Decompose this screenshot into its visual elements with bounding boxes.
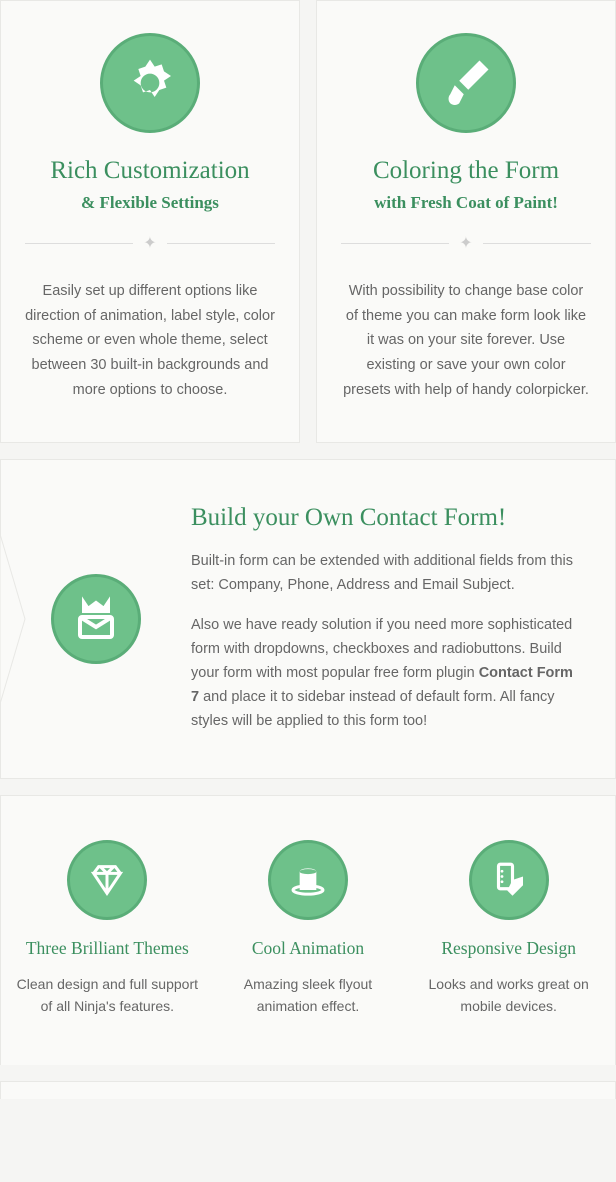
card-body: Easily set up different options like dir… — [25, 279, 275, 402]
mail-crown-icon — [51, 574, 141, 664]
mini-body: Clean design and full support of all Nin… — [13, 973, 202, 1018]
card-subtitle: & Flexible Settings — [25, 193, 275, 213]
divider: ✦ — [341, 233, 591, 253]
card-title: Rich Customization — [25, 157, 275, 185]
mini-title: Cool Animation — [214, 938, 403, 959]
mini-title: Responsive Design — [414, 938, 603, 959]
mini-features-row: Three Brilliant Themes Clean design and … — [0, 795, 616, 1066]
mobile-hand-icon — [469, 840, 549, 920]
card-subtitle: with Fresh Coat of Paint! — [341, 193, 591, 213]
mini-body: Looks and works great on mobile devices. — [414, 973, 603, 1018]
card-customization: Rich Customization & Flexible Settings ✦… — [0, 0, 300, 443]
star-icon: ✦ — [143, 233, 156, 253]
mini-animation: Cool Animation Amazing sleek flyout anim… — [214, 840, 403, 1018]
card-coloring: Coloring the Form with Fresh Coat of Pai… — [316, 0, 616, 443]
divider: ✦ — [25, 233, 275, 253]
mini-title: Three Brilliant Themes — [13, 938, 202, 959]
build-paragraph-2: Also we have ready solution if you need … — [191, 614, 585, 734]
chevron-left-icon — [0, 534, 26, 704]
diamond-icon — [67, 840, 147, 920]
feature-cards-row: Rich Customization & Flexible Settings ✦… — [0, 0, 616, 443]
tophat-icon — [268, 840, 348, 920]
build-form-section: Build your Own Contact Form! Built-in fo… — [0, 459, 616, 778]
build-icon-wrapper — [1, 574, 191, 664]
footer-spacer — [0, 1081, 616, 1099]
paintbrush-icon — [416, 33, 516, 133]
build-content: Build your Own Contact Form! Built-in fo… — [191, 504, 585, 733]
card-title: Coloring the Form — [341, 157, 591, 185]
mini-body: Amazing sleek flyout animation effect. — [214, 973, 403, 1018]
mini-themes: Three Brilliant Themes Clean design and … — [13, 840, 202, 1018]
build-title: Build your Own Contact Form! — [191, 504, 585, 532]
star-icon: ✦ — [459, 233, 472, 253]
mini-responsive: Responsive Design Looks and works great … — [414, 840, 603, 1018]
card-body: With possibility to change base color of… — [341, 279, 591, 402]
gear-icon — [100, 33, 200, 133]
build-paragraph-1: Built-in form can be extended with addit… — [191, 550, 585, 598]
